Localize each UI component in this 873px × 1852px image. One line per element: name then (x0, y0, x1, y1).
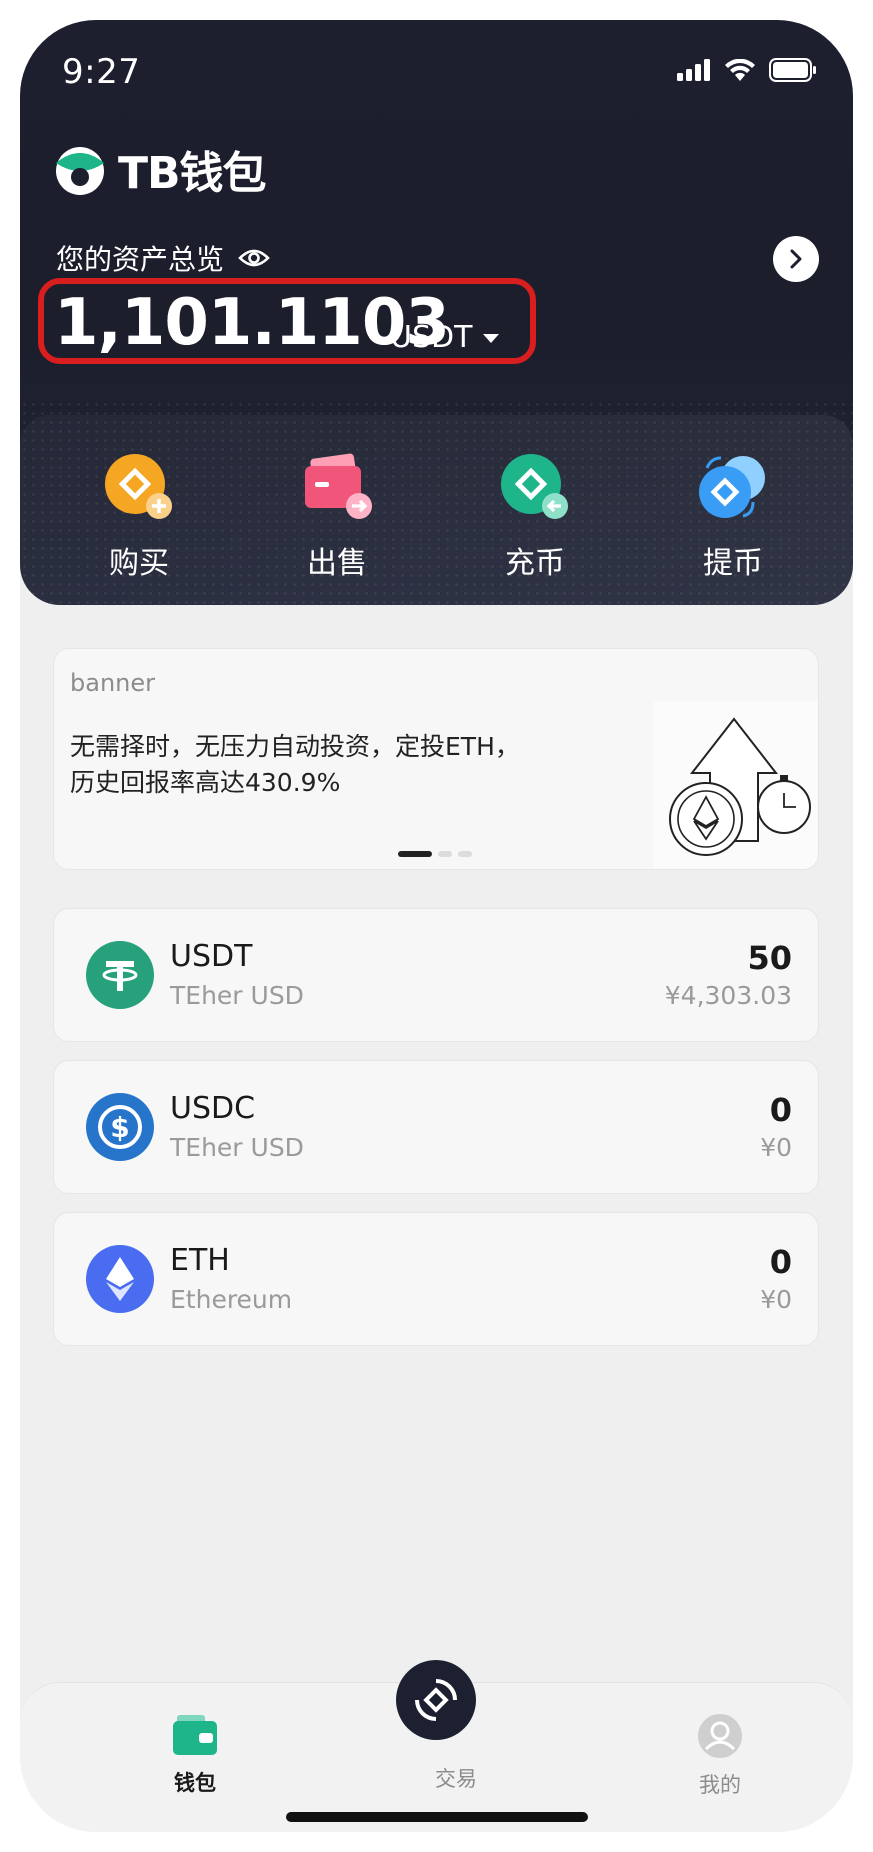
coin-symbol: ETH (170, 1243, 230, 1278)
tab-trade[interactable]: 交易 (396, 1763, 516, 1793)
tab-mine[interactable]: 我的 (660, 1713, 780, 1799)
action-withdraw-label: 提币 (703, 546, 763, 581)
banner-line-2: 历史回报率高达430.9% (70, 768, 341, 797)
action-withdraw[interactable]: 提币 (634, 452, 832, 582)
coin-amount: 50 (747, 939, 792, 977)
currency-selector[interactable]: USDT (390, 320, 500, 355)
action-sell-label: 出售 (307, 546, 367, 581)
eye-icon[interactable] (238, 247, 270, 269)
quick-actions: 购买 出售 充币 提币 (20, 452, 853, 582)
status-time: 9:27 (62, 52, 141, 92)
promo-banner[interactable]: banner 无需择时，无压力自动投资，定投ETH， 历史回报率高达430.9% (53, 648, 819, 870)
brand-logo-icon (56, 147, 104, 195)
coin-row-usdc[interactable]: $ USDC TEher USD 0 ¥0 (53, 1060, 819, 1194)
coin-name: TEher USD (170, 1133, 304, 1162)
banner-text: 无需择时，无压力自动投资，定投ETH， 历史回报率高达430.9% (70, 729, 520, 801)
ethereum-logo-icon (106, 1257, 134, 1301)
sell-icon (305, 453, 372, 519)
home-indicator[interactable] (286, 1812, 588, 1822)
signal-icon (677, 59, 710, 81)
usdt-icon (86, 941, 154, 1009)
tab-mine-label: 我的 (699, 1773, 741, 1797)
action-deposit-label: 充币 (505, 546, 565, 581)
currency-unit: USDT (390, 320, 473, 355)
coin-name: TEher USD (170, 981, 304, 1010)
status-bar: 9:27 (62, 52, 817, 96)
coin-symbol: USDC (170, 1091, 256, 1126)
banner-illustration (654, 701, 818, 869)
coin-row-eth[interactable]: ETH Ethereum 0 ¥0 (53, 1212, 819, 1346)
eth-icon (86, 1245, 154, 1313)
page-dot-active[interactable] (398, 851, 432, 857)
usdc-icon: $ (86, 1093, 154, 1161)
coin-name: Ethereum (170, 1285, 293, 1314)
action-buy-label: 购买 (109, 546, 169, 581)
coin-value: ¥4,303.03 (664, 981, 792, 1010)
wallet-icon (173, 1715, 217, 1755)
chevron-right-icon (790, 249, 802, 269)
brand: TB钱包 (52, 137, 267, 201)
action-buy[interactable]: 购买 (40, 452, 238, 582)
svg-text:$: $ (110, 1111, 129, 1144)
trade-icon (415, 1679, 457, 1721)
coin-row-usdt[interactable]: USDT TEher USD 50 ¥4,303.03 (53, 908, 819, 1042)
phone-screen: 9:27 TB钱包 您的资产总览 1,101.1103 USDT 购买 出售 充… (20, 20, 853, 1832)
asset-overview-text: 您的资产总览 (56, 243, 225, 276)
brand-name: TB钱包 (118, 148, 267, 199)
header: 9:27 TB钱包 您的资产总览 1,101.1103 USDT 购买 出售 充… (20, 20, 853, 605)
action-deposit[interactable]: 充币 (436, 452, 634, 582)
caret-down-icon (483, 333, 500, 343)
tether-logo-icon (102, 961, 138, 991)
deposit-icon (501, 454, 568, 519)
coin-amount: 0 (769, 1243, 792, 1281)
banner-line-1: 无需择时，无压力自动投资，定投ETH， (70, 732, 520, 761)
buy-icon (105, 454, 172, 519)
withdraw-icon (699, 456, 765, 518)
coin-value: ¥0 (760, 1133, 792, 1162)
usdc-logo-icon: $ (98, 1105, 142, 1149)
coin-value: ¥0 (760, 1285, 792, 1314)
action-sell[interactable]: 出售 (238, 452, 436, 582)
banner-pagination[interactable] (398, 851, 472, 857)
tab-wallet[interactable]: 钱包 (135, 1713, 255, 1797)
wifi-icon (725, 59, 755, 81)
profile-icon (698, 1714, 742, 1758)
coin-symbol: USDT (170, 939, 253, 974)
battery-icon (769, 58, 816, 82)
page-dot[interactable] (458, 851, 472, 857)
eth-growth-icon (669, 717, 811, 856)
page-dot[interactable] (438, 851, 452, 857)
banner-tag: banner (70, 669, 155, 697)
coin-amount: 0 (769, 1091, 792, 1129)
asset-overview-label: 您的资产总览 (56, 238, 270, 278)
trade-button[interactable] (396, 1660, 476, 1740)
tab-trade-label: 交易 (435, 1767, 477, 1791)
tab-wallet-label: 钱包 (174, 1771, 216, 1795)
asset-detail-button[interactable] (773, 236, 819, 282)
